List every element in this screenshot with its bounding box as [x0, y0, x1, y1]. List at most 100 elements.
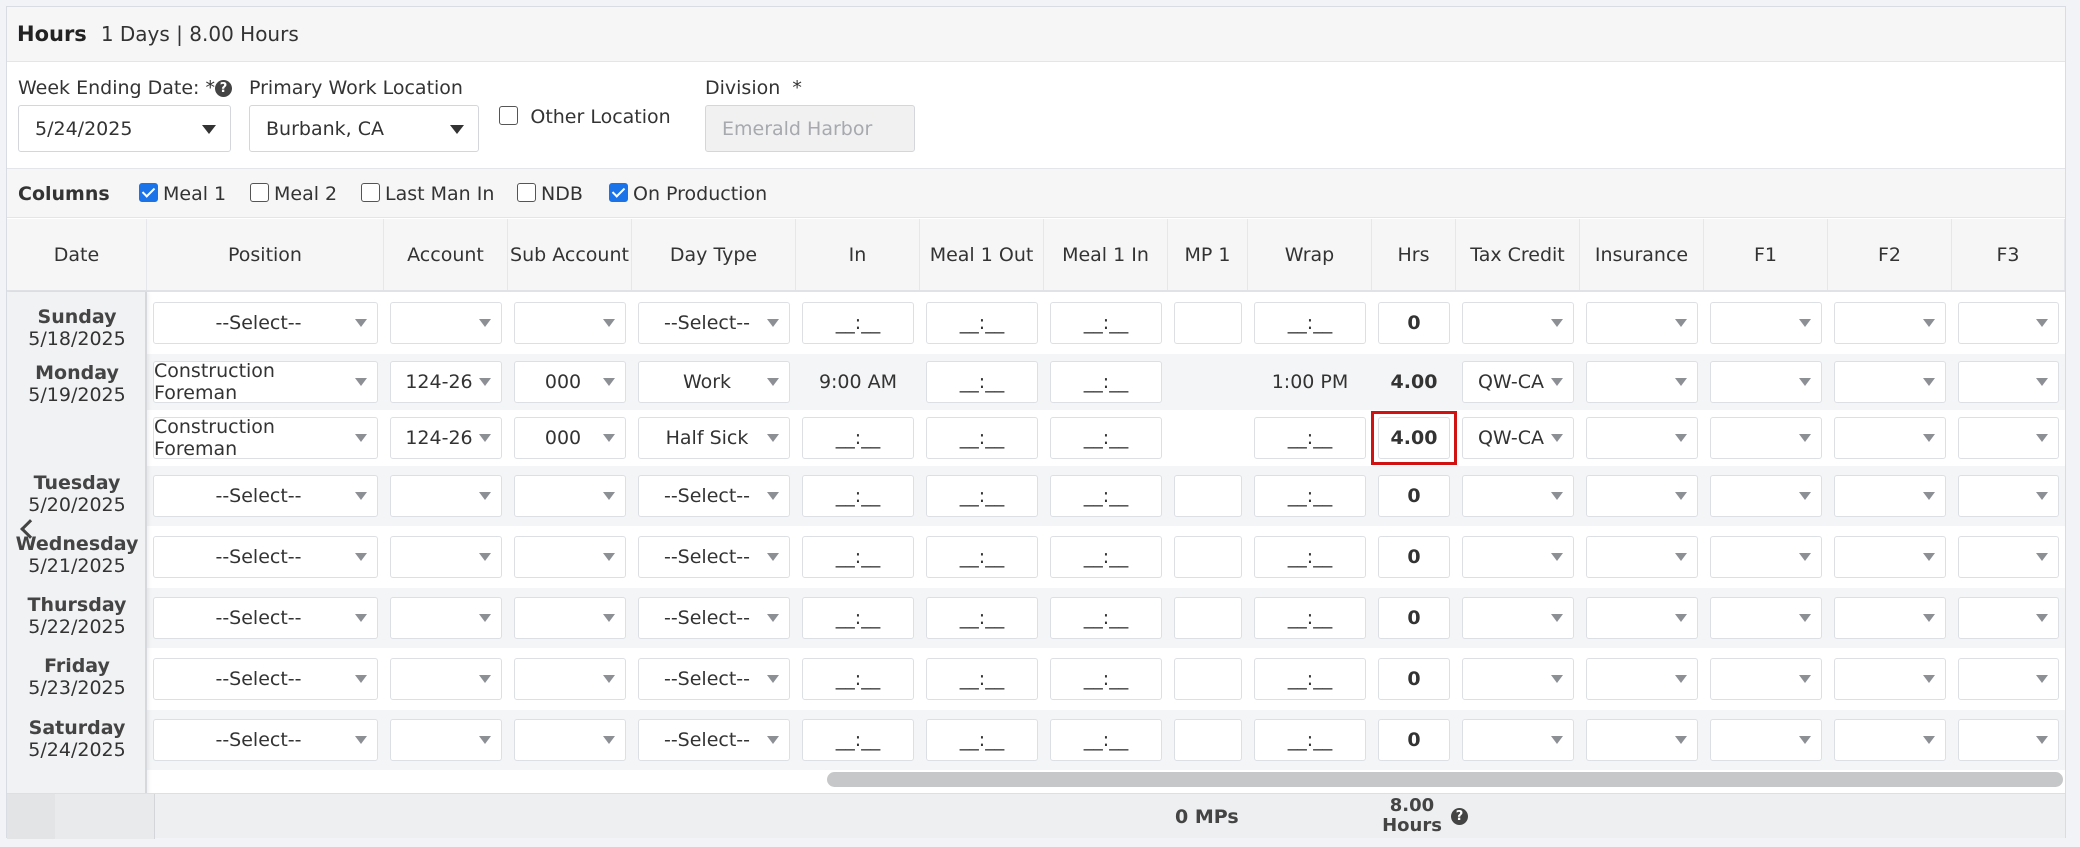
meal-in-time-input[interactable]: __:__: [1050, 361, 1162, 403]
f2-select[interactable]: [1834, 658, 1946, 700]
meal-in-time-input[interactable]: __:__: [1050, 475, 1162, 517]
meal-out-time-input[interactable]: __:__: [926, 597, 1038, 639]
in-time-input[interactable]: __:__: [802, 475, 914, 517]
help-icon[interactable]: ?: [1451, 808, 1468, 825]
f3-select[interactable]: [1958, 719, 2059, 761]
f1-select[interactable]: [1710, 302, 1822, 344]
tax-credit-select[interactable]: [1462, 536, 1574, 578]
position-select[interactable]: --Select--: [153, 658, 378, 700]
meal-in-time-input[interactable]: __:__: [1050, 302, 1162, 344]
day-type-select[interactable]: --Select--: [638, 658, 790, 700]
insurance-select[interactable]: [1586, 536, 1698, 578]
insurance-select[interactable]: [1586, 719, 1698, 761]
meal-out-time-input[interactable]: __:__: [926, 536, 1038, 578]
wrap-time-input[interactable]: __:__: [1254, 719, 1366, 761]
checkbox-icon[interactable]: [609, 183, 628, 202]
f3-select[interactable]: [1958, 475, 2059, 517]
meal-in-time-input[interactable]: __:__: [1050, 597, 1162, 639]
horizontal-scrollbar[interactable]: [827, 772, 2063, 787]
f1-select[interactable]: [1710, 417, 1822, 459]
column-toggle-meal1[interactable]: Meal 1: [139, 183, 226, 205]
meal-in-time-input[interactable]: __:__: [1050, 417, 1162, 459]
account-select[interactable]: [390, 475, 502, 517]
f1-select[interactable]: [1710, 475, 1822, 517]
checkbox-icon[interactable]: [361, 183, 380, 202]
position-select[interactable]: --Select--: [153, 719, 378, 761]
column-toggle-meal2[interactable]: Meal 2: [250, 183, 337, 205]
f3-select[interactable]: [1958, 302, 2059, 344]
f2-select[interactable]: [1834, 417, 1946, 459]
sub-account-select[interactable]: [514, 302, 626, 344]
f2-select[interactable]: [1834, 536, 1946, 578]
wrap-time-input[interactable]: __:__: [1254, 475, 1366, 517]
wrap-time-input[interactable]: __:__: [1254, 658, 1366, 700]
f2-select[interactable]: [1834, 719, 1946, 761]
in-time-input[interactable]: __:__: [802, 536, 914, 578]
sub-account-select[interactable]: 000: [514, 417, 626, 459]
day-type-select[interactable]: --Select--: [638, 475, 790, 517]
column-toggle-last-man-in[interactable]: Last Man In: [361, 183, 494, 205]
day-type-select[interactable]: Work: [638, 361, 790, 403]
tax-credit-select[interactable]: QW-CA: [1462, 361, 1574, 403]
position-select[interactable]: --Select--: [153, 597, 378, 639]
sub-account-select[interactable]: 000: [514, 361, 626, 403]
insurance-select[interactable]: [1586, 361, 1698, 403]
sub-account-select[interactable]: [514, 658, 626, 700]
f1-select[interactable]: [1710, 597, 1822, 639]
f3-select[interactable]: [1958, 361, 2059, 403]
f2-select[interactable]: [1834, 302, 1946, 344]
insurance-select[interactable]: [1586, 302, 1698, 344]
in-time-input[interactable]: 9:00 AM: [802, 361, 914, 403]
account-select[interactable]: [390, 658, 502, 700]
sub-account-select[interactable]: [514, 536, 626, 578]
position-select[interactable]: --Select--: [153, 302, 378, 344]
tax-credit-select[interactable]: [1462, 302, 1574, 344]
insurance-select[interactable]: [1586, 417, 1698, 459]
account-select[interactable]: 124-26: [390, 361, 502, 403]
meal-out-time-input[interactable]: __:__: [926, 361, 1038, 403]
f3-select[interactable]: [1958, 658, 2059, 700]
f3-select[interactable]: [1958, 597, 2059, 639]
checkbox-icon[interactable]: [139, 183, 158, 202]
account-select[interactable]: [390, 597, 502, 639]
insurance-select[interactable]: [1586, 475, 1698, 517]
f1-select[interactable]: [1710, 361, 1822, 403]
f1-select[interactable]: [1710, 536, 1822, 578]
meal-out-time-input[interactable]: __:__: [926, 719, 1038, 761]
meal-out-time-input[interactable]: __:__: [926, 475, 1038, 517]
account-select[interactable]: [390, 536, 502, 578]
in-time-input[interactable]: __:__: [802, 302, 914, 344]
day-type-select[interactable]: --Select--: [638, 597, 790, 639]
wrap-time-input[interactable]: __:__: [1254, 302, 1366, 344]
account-select[interactable]: [390, 302, 502, 344]
f1-select[interactable]: [1710, 658, 1822, 700]
f2-select[interactable]: [1834, 597, 1946, 639]
tax-credit-select[interactable]: [1462, 658, 1574, 700]
f3-select[interactable]: [1958, 536, 2059, 578]
sub-account-select[interactable]: [514, 597, 626, 639]
f2-select[interactable]: [1834, 361, 1946, 403]
in-time-input[interactable]: __:__: [802, 658, 914, 700]
meal-out-time-input[interactable]: __:__: [926, 302, 1038, 344]
position-select[interactable]: Construction Foreman: [153, 360, 378, 404]
day-type-select[interactable]: --Select--: [638, 719, 790, 761]
meal-in-time-input[interactable]: __:__: [1050, 658, 1162, 700]
position-select[interactable]: --Select--: [153, 475, 378, 517]
location-select[interactable]: Burbank, CA: [249, 105, 479, 152]
meal-out-time-input[interactable]: __:__: [926, 417, 1038, 459]
week-ending-select[interactable]: 5/24/2025: [18, 105, 231, 152]
tax-credit-select[interactable]: [1462, 597, 1574, 639]
help-icon[interactable]: ?: [214, 80, 232, 97]
insurance-select[interactable]: [1586, 597, 1698, 639]
meal-in-time-input[interactable]: __:__: [1050, 536, 1162, 578]
day-type-select[interactable]: --Select--: [638, 302, 790, 344]
sub-account-select[interactable]: [514, 475, 626, 517]
insurance-select[interactable]: [1586, 658, 1698, 700]
wrap-time-input[interactable]: __:__: [1254, 536, 1366, 578]
tax-credit-select[interactable]: [1462, 719, 1574, 761]
tax-credit-select[interactable]: QW-CA: [1462, 417, 1574, 459]
column-toggle-ndb[interactable]: NDB: [517, 183, 583, 205]
account-select[interactable]: 124-26: [390, 417, 502, 459]
meal-out-time-input[interactable]: __:__: [926, 658, 1038, 700]
day-type-select[interactable]: --Select--: [638, 536, 790, 578]
